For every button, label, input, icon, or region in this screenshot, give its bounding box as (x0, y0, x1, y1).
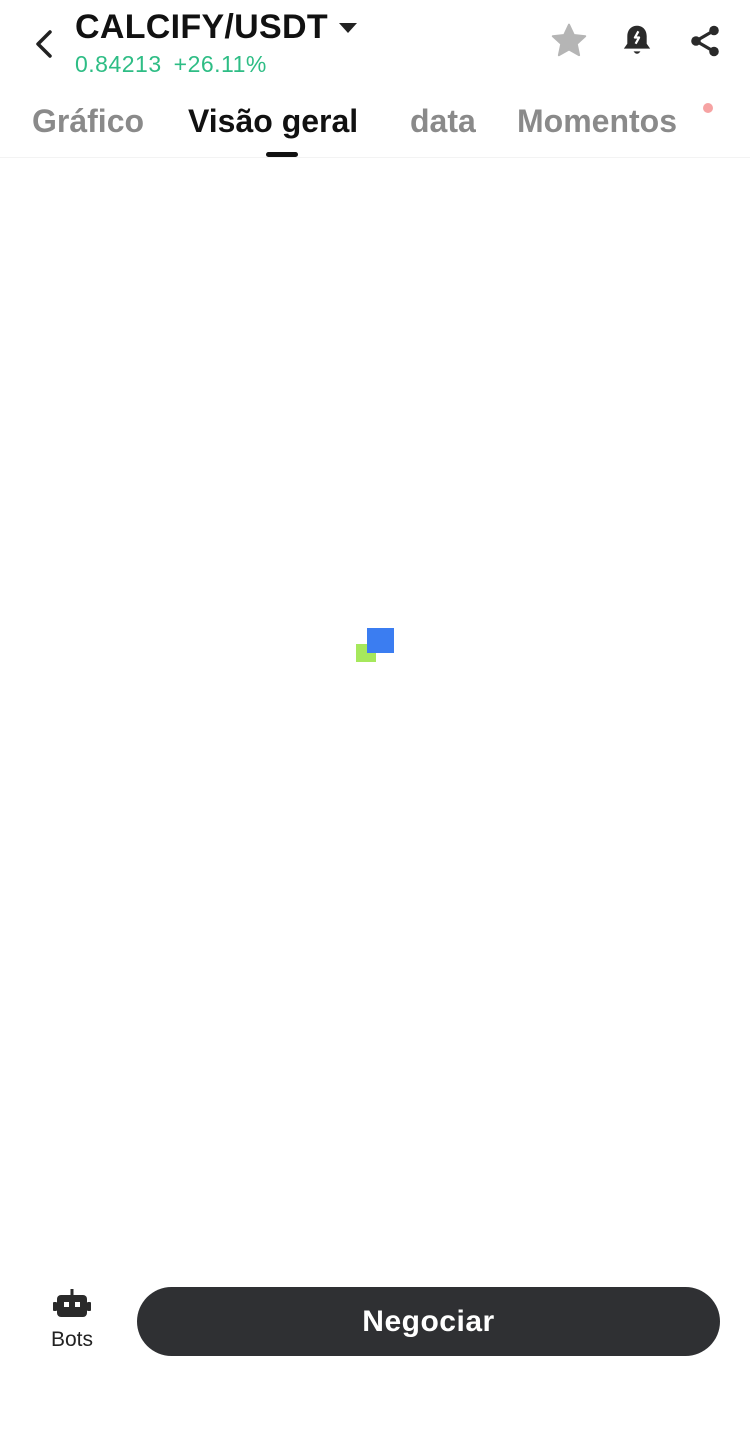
loader-square-blue (367, 628, 394, 653)
bots-button[interactable]: Bots (40, 1288, 104, 1352)
header-actions (550, 22, 724, 60)
share-icon[interactable] (686, 22, 724, 60)
trade-button[interactable]: Negociar (137, 1287, 720, 1356)
loading-spinner (356, 628, 396, 664)
price-change: +26.11% (173, 51, 267, 77)
star-icon[interactable] (550, 22, 588, 60)
robot-icon (52, 1288, 92, 1324)
tab-grafico[interactable]: Gráfico (32, 103, 144, 140)
active-tab-indicator (266, 152, 298, 157)
tab-momentos[interactable]: Momentos (517, 103, 677, 140)
back-icon[interactable] (28, 28, 60, 60)
tab-bar: Gráfico Visão geral data Momentos (0, 95, 750, 158)
bots-label: Bots (50, 1328, 94, 1351)
price-row: 0.84213 +26.11% (75, 51, 358, 78)
notification-dot (703, 103, 713, 113)
tab-data[interactable]: data (410, 103, 476, 140)
tab-visao-geral[interactable]: Visão geral (188, 103, 358, 140)
caret-down-icon (338, 21, 358, 35)
header: CALCIFY/USDT 0.84213 +26.11% (0, 0, 750, 90)
last-price: 0.84213 (75, 51, 162, 77)
bottom-action-bar: Bots Negociar (0, 1262, 750, 1456)
bell-alert-icon[interactable] (618, 22, 656, 60)
pair-selector[interactable]: CALCIFY/USDT 0.84213 +26.11% (75, 8, 358, 78)
pair-name: CALCIFY/USDT (75, 8, 328, 46)
